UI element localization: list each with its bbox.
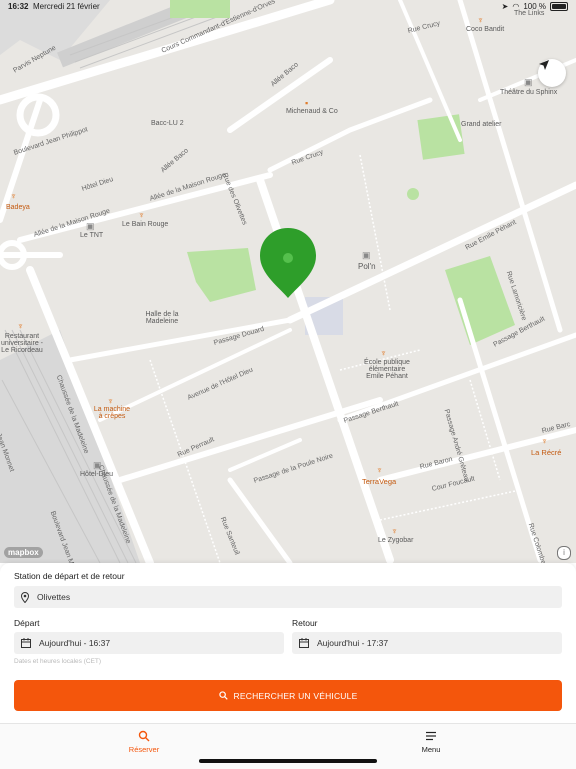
- calendar-icon: [299, 638, 309, 648]
- poi-label: Pol'n: [358, 262, 376, 271]
- depart-value: Aujourd'hui - 16:37: [39, 638, 111, 648]
- bar-icon: ♆: [477, 15, 484, 25]
- map-canvas: [0, 0, 576, 563]
- locate-me-button[interactable]: [538, 59, 566, 87]
- poi-label: Le TNT: [80, 232, 104, 239]
- station-value: Olivettes: [37, 592, 71, 602]
- school-icon: ♆: [380, 348, 387, 358]
- bar-icon: ♆: [391, 526, 398, 536]
- poi-label: Michenaud & Co: [286, 108, 338, 115]
- search-icon: [218, 691, 228, 700]
- poi-label: Hôtel-Dieu: [80, 471, 114, 478]
- location-pin-icon: [21, 591, 29, 603]
- info-icon[interactable]: i: [557, 546, 571, 560]
- search-icon: [138, 730, 150, 742]
- depart-datetime-field[interactable]: Aujourd'hui - 16:37: [14, 632, 284, 654]
- station-label: Station de départ et de retour: [14, 571, 125, 581]
- station-pin[interactable]: [260, 228, 316, 298]
- tab-menu-label: Menu: [421, 745, 441, 754]
- restaurant-icon: ♆: [376, 465, 383, 475]
- poi-label: Le Zygobar: [378, 537, 414, 544]
- search-vehicle-label: RECHERCHER UN VÉHICULE: [233, 690, 358, 701]
- station-field[interactable]: Olivettes: [14, 586, 562, 608]
- restaurant-icon: ♆: [17, 321, 24, 331]
- venue-icon: ▣: [93, 460, 102, 470]
- venue-icon: ▣: [86, 221, 95, 231]
- mapbox-logo: mapbox: [4, 547, 43, 558]
- poi-label: Bacc-LU 2: [151, 120, 184, 127]
- timezone-hint: Dates et heures locales (CET): [14, 658, 102, 665]
- restaurant-icon: ♆: [10, 191, 17, 201]
- shop-icon: ▪: [305, 98, 309, 108]
- tab-reserver[interactable]: Réserver: [94, 730, 194, 754]
- retour-value: Aujourd'hui - 17:37: [317, 638, 389, 648]
- calendar-icon: [21, 638, 31, 648]
- poi-label: Restaurant universitaire - Le Ricordeau: [0, 333, 43, 354]
- home-indicator: [199, 759, 377, 763]
- status-bar: 16:32 Mercredi 21 février ➤ ◠ 100 %: [0, 0, 576, 14]
- status-date: Mercredi 21 février: [33, 2, 100, 11]
- battery-percent: 100 %: [523, 2, 546, 11]
- poi-label: Le Bain Rouge: [122, 221, 169, 228]
- battery-icon: [550, 2, 568, 11]
- location-arrow-icon: ➤: [501, 2, 509, 11]
- tab-reserver-label: Réserver: [128, 745, 160, 754]
- poi-label: La Récré: [531, 448, 562, 457]
- status-right: ➤ ◠ 100 %: [502, 2, 568, 11]
- status-time: 16:32: [8, 2, 29, 11]
- poi-label: Grand atelier: [461, 121, 502, 128]
- tab-menu[interactable]: Menu: [381, 730, 481, 754]
- depart-label: Départ: [14, 618, 40, 628]
- retour-label: Retour: [292, 618, 318, 628]
- restaurant-icon: ♆: [107, 396, 114, 406]
- theatre-icon: ▣: [524, 77, 533, 87]
- poi-label: Badeya: [6, 204, 30, 211]
- poi-label: La machine à crêpes: [93, 406, 131, 420]
- venue-icon: ▣: [362, 250, 371, 260]
- poi-label: Coco Bandit: [466, 26, 505, 33]
- restaurant-icon: ♆: [541, 436, 548, 446]
- menu-icon: [426, 731, 436, 741]
- poi-label: TerraVega: [362, 477, 397, 486]
- search-vehicle-button[interactable]: RECHERCHER UN VÉHICULE: [14, 680, 562, 711]
- poi-label: École publique élémentaire Emile Péhant: [364, 359, 410, 380]
- map[interactable]: Cours Commandant-d'Estienne-d'Orves Parv…: [0, 0, 576, 563]
- navigation-arrow-icon: [539, 60, 549, 70]
- bar-icon: ♆: [138, 210, 145, 220]
- wifi-icon: ◠: [512, 2, 520, 11]
- poi-label: Halle de la Madeleine: [145, 311, 179, 325]
- retour-datetime-field[interactable]: Aujourd'hui - 17:37: [292, 632, 562, 654]
- poi-label: Théâtre du Sphinx: [500, 89, 558, 96]
